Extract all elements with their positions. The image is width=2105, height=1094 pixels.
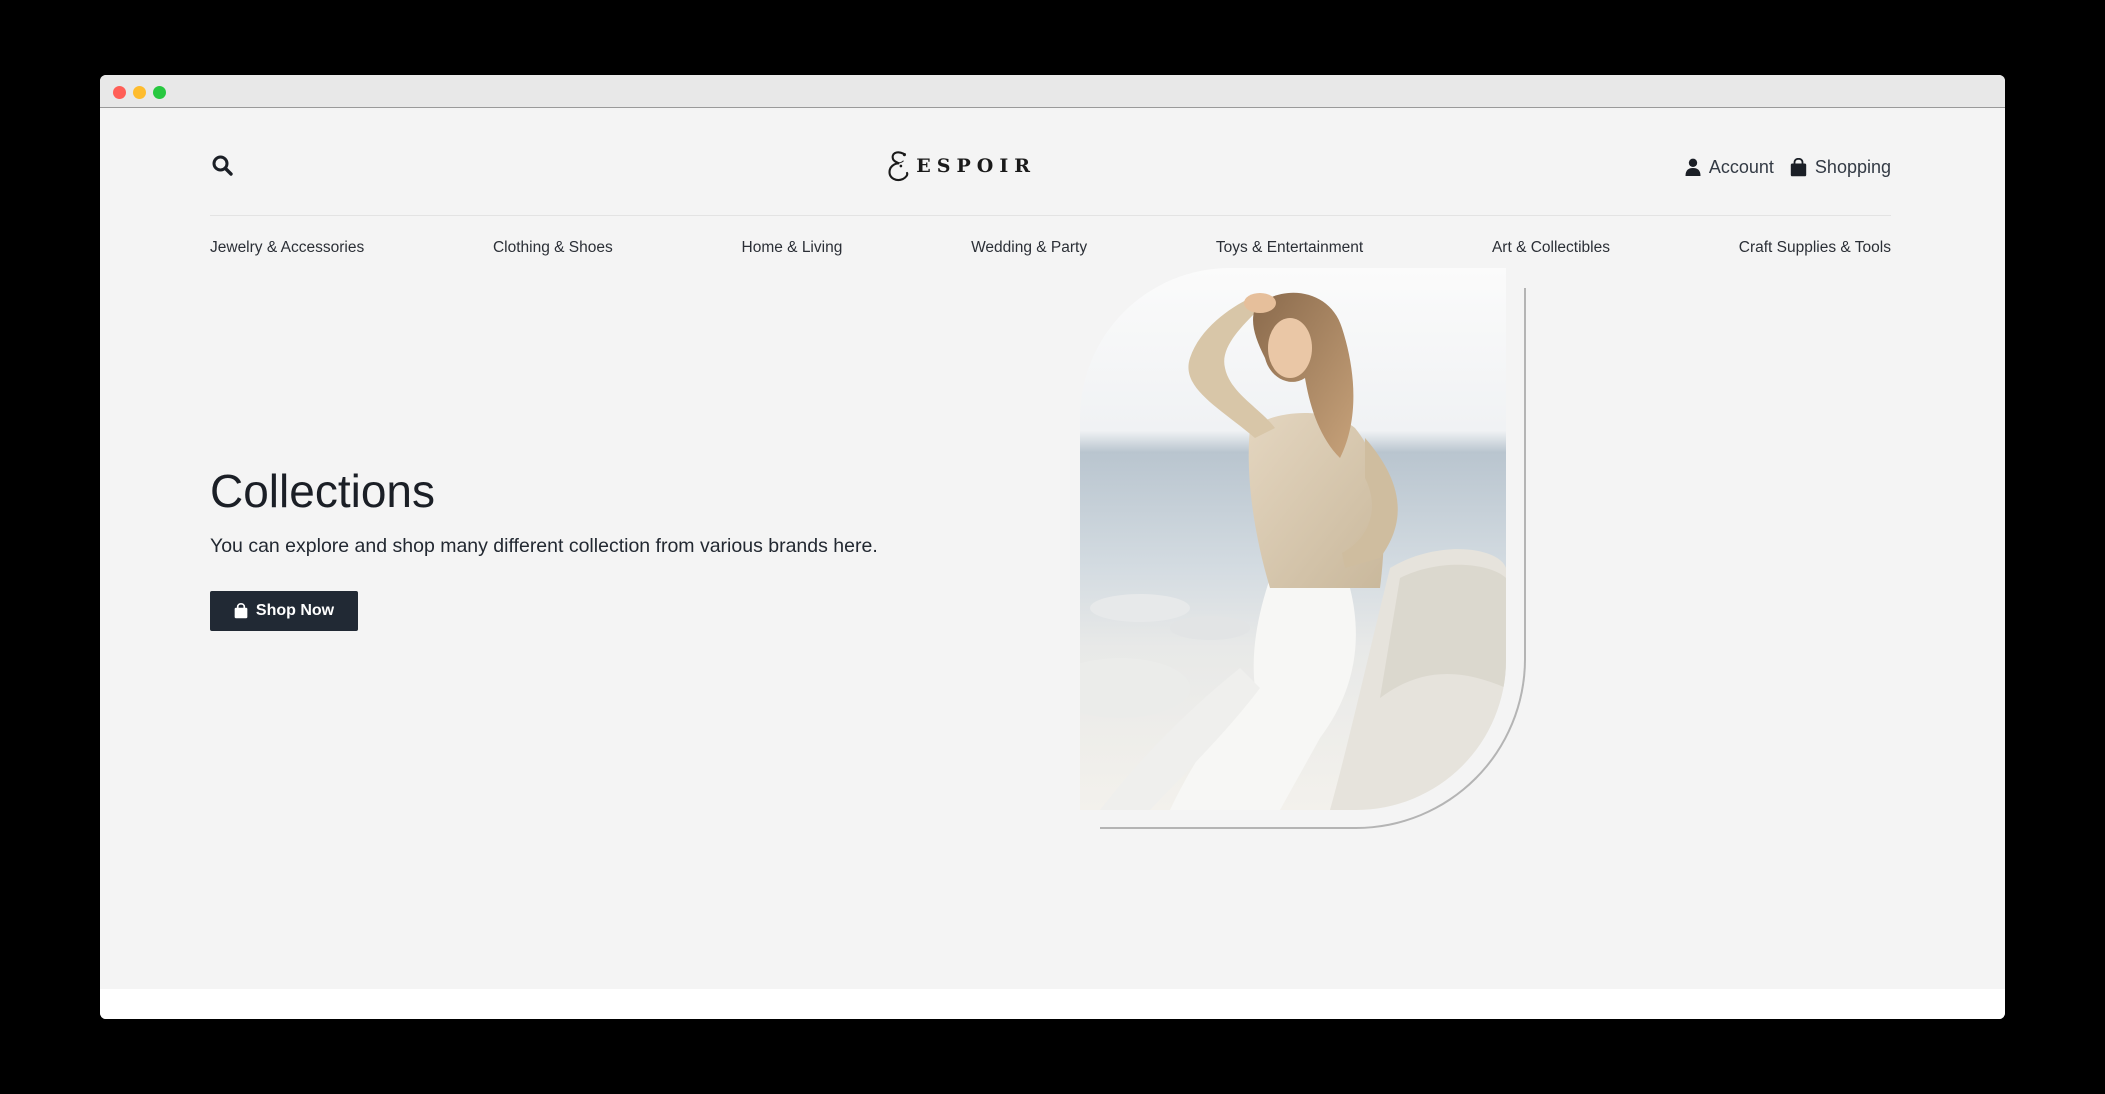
shopping-link[interactable]: Shopping xyxy=(1790,157,1891,178)
account-label: Account xyxy=(1708,156,1774,177)
shopping-bag-icon xyxy=(234,603,248,619)
category-nav: Jewelry & Accessories Clothing & Shoes H… xyxy=(210,236,1891,260)
nav-item-clothing-shoes[interactable]: Clothing & Shoes xyxy=(493,239,613,257)
shopping-label: Shopping xyxy=(1814,156,1891,177)
page-footer-strip xyxy=(100,989,2005,1019)
nav-item-wedding-party[interactable]: Wedding & Party xyxy=(971,239,1087,257)
nav-item-jewelry-accessories[interactable]: Jewelry & Accessories xyxy=(210,239,364,257)
search-icon xyxy=(212,155,233,176)
espoir-e-monogram-icon xyxy=(888,151,909,182)
nav-item-art-collectibles[interactable]: Art & Collectibles xyxy=(1492,239,1610,257)
nav-item-toys-entertainment[interactable]: Toys & Entertainment xyxy=(1216,239,1363,257)
shop-now-button[interactable]: Shop Now xyxy=(210,591,358,631)
hero-title: Collections xyxy=(210,465,435,517)
hero-model-photo xyxy=(1080,268,1506,810)
header-divider xyxy=(210,215,1891,216)
brand-name: ESPOIR xyxy=(916,155,1036,177)
hero-subtitle: You can explore and shop many different … xyxy=(210,535,878,557)
nav-item-home-living[interactable]: Home & Living xyxy=(742,239,843,257)
browser-window: ESPOIR Account Shopping Jewelry & Access… xyxy=(100,75,2005,1019)
brand-logo[interactable]: ESPOIR xyxy=(886,144,1036,188)
shop-now-label: Shop Now xyxy=(255,602,335,619)
search-button[interactable] xyxy=(210,153,236,179)
account-link[interactable]: Account xyxy=(1685,157,1774,178)
window-titlebar xyxy=(100,75,2005,108)
header-actions: Account Shopping xyxy=(1685,152,1891,182)
nav-item-craft-supplies-tools[interactable]: Craft Supplies & Tools xyxy=(1739,239,1891,257)
maximize-window-button[interactable] xyxy=(153,86,166,99)
minimize-window-button[interactable] xyxy=(133,86,146,99)
user-icon xyxy=(1685,158,1701,176)
shopping-bag-icon xyxy=(1790,157,1807,176)
close-window-button[interactable] xyxy=(113,86,126,99)
page-content: ESPOIR Account Shopping Jewelry & Access… xyxy=(100,108,2005,989)
